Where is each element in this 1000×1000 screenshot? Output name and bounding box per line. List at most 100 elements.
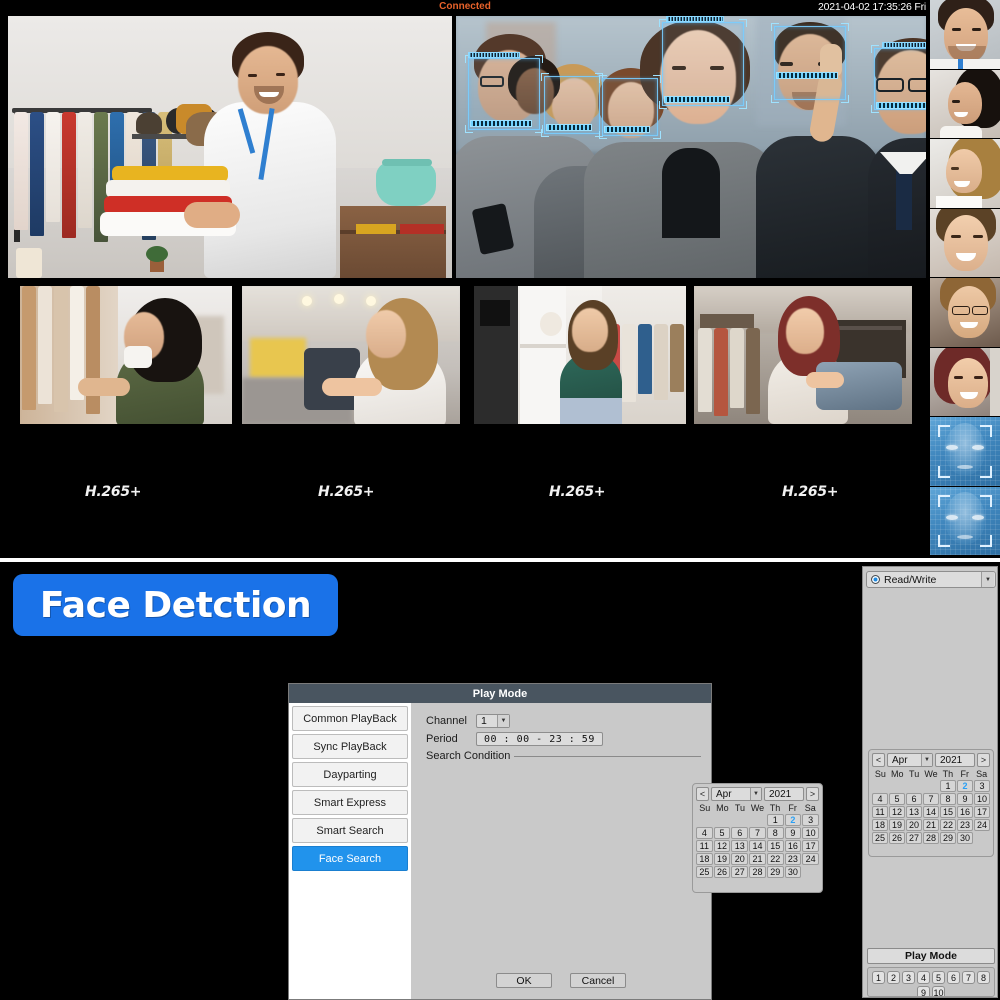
calendar-year-input[interactable]: 2021: [764, 787, 804, 801]
face-thumb-6[interactable]: [930, 347, 1000, 417]
calendar-day[interactable]: 29: [766, 866, 784, 878]
calendar-day[interactable]: 14: [923, 806, 939, 818]
radio-selected-icon[interactable]: [871, 575, 880, 584]
calendar-day[interactable]: 1: [940, 780, 956, 792]
calendar-day[interactable]: 5: [713, 827, 731, 839]
chevron-down-icon[interactable]: ▼: [497, 715, 509, 727]
face-thumb-5[interactable]: [930, 278, 1000, 348]
calendar-day[interactable]: 23: [784, 853, 802, 865]
calendar-day[interactable]: 30: [957, 832, 973, 844]
calendar-day[interactable]: 19: [713, 853, 731, 865]
mode-item-smart-express[interactable]: Smart Express: [292, 790, 408, 815]
calendar-day[interactable]: 16: [957, 806, 973, 818]
video-panel-3[interactable]: [20, 286, 232, 424]
calendar-day[interactable]: 8: [766, 827, 784, 839]
chevron-down-icon[interactable]: ▼: [921, 754, 932, 766]
calendar-day[interactable]: 19: [889, 819, 905, 831]
calendar-day[interactable]: 7: [923, 793, 939, 805]
calendar-day[interactable]: 8: [940, 793, 956, 805]
video-panel-6[interactable]: [694, 286, 912, 424]
channel-button[interactable]: 5: [932, 971, 945, 984]
calendar-day[interactable]: 3: [974, 780, 990, 792]
calendar-day[interactable]: 24: [802, 853, 819, 865]
chevron-down-icon[interactable]: ▼: [750, 788, 761, 800]
play-mode-button[interactable]: Play Mode: [867, 948, 995, 964]
calendar-day[interactable]: 28: [749, 866, 766, 878]
channel-button[interactable]: 7: [962, 971, 975, 984]
calendar-day[interactable]: 6: [731, 827, 749, 839]
mode-item-common-playback[interactable]: Common PlayBack: [292, 706, 408, 731]
calendar-day[interactable]: 13: [731, 840, 749, 852]
cancel-button[interactable]: Cancel: [570, 973, 626, 988]
calendar-day[interactable]: 22: [940, 819, 956, 831]
calendar-day[interactable]: 20: [731, 853, 749, 865]
video-panel-2-face-detection[interactable]: [456, 16, 926, 278]
period-input[interactable]: 00 : 00 - 23 : 59: [476, 732, 603, 746]
calendar-day[interactable]: 13: [906, 806, 922, 818]
calendar-day[interactable]: 24: [974, 819, 990, 831]
calendar-day[interactable]: 7: [749, 827, 766, 839]
calendar-day[interactable]: 18: [872, 819, 888, 831]
mode-item-face-search[interactable]: Face Search: [292, 846, 408, 871]
calendar-day[interactable]: 3: [802, 814, 819, 826]
channel-button[interactable]: 9: [917, 986, 930, 996]
calendar-day[interactable]: 16: [784, 840, 802, 852]
calendar-day[interactable]: 28: [923, 832, 939, 844]
calendar-day[interactable]: 2: [957, 780, 973, 792]
mode-item-sync-playback[interactable]: Sync PlayBack: [292, 734, 408, 759]
calendar-year-input[interactable]: 2021: [935, 753, 975, 767]
face-scan-thumb-1[interactable]: [930, 417, 1000, 487]
calendar-day[interactable]: 18: [696, 853, 713, 865]
calendar-day[interactable]: 9: [957, 793, 973, 805]
calendar-day[interactable]: 9: [784, 827, 802, 839]
video-panel-4[interactable]: [242, 286, 460, 424]
calendar-day[interactable]: 21: [749, 853, 766, 865]
calendar-day[interactable]: 30: [784, 866, 802, 878]
calendar-day[interactable]: 26: [713, 866, 731, 878]
calendar-day[interactable]: 17: [974, 806, 990, 818]
calendar-day[interactable]: 17: [802, 840, 819, 852]
calendar-day[interactable]: 15: [940, 806, 956, 818]
calendar-day[interactable]: 4: [872, 793, 888, 805]
calendar-day[interactable]: 12: [889, 806, 905, 818]
calendar-day[interactable]: 11: [696, 840, 713, 852]
calendar-day[interactable]: 26: [889, 832, 905, 844]
calendar-day[interactable]: 27: [731, 866, 749, 878]
face-thumb-2[interactable]: [930, 69, 1000, 139]
calendar-day[interactable]: 25: [696, 866, 713, 878]
calendar-day[interactable]: 27: [906, 832, 922, 844]
calendar-day[interactable]: 6: [906, 793, 922, 805]
calendar-day[interactable]: 23: [957, 819, 973, 831]
calendar-day[interactable]: 1: [766, 814, 784, 826]
storage-mode-select[interactable]: Read/Write ▼: [866, 571, 996, 588]
calendar-month-select[interactable]: Apr ▼: [711, 787, 762, 801]
calendar-day[interactable]: 5: [889, 793, 905, 805]
channel-button[interactable]: 3: [902, 971, 915, 984]
face-thumb-1[interactable]: [930, 0, 1000, 70]
calendar-day[interactable]: 10: [802, 827, 819, 839]
ok-button[interactable]: OK: [496, 973, 552, 988]
calendar-prev-button[interactable]: <: [696, 787, 709, 801]
calendar-day[interactable]: 25: [872, 832, 888, 844]
calendar-day[interactable]: 4: [696, 827, 713, 839]
channel-button[interactable]: 8: [977, 971, 990, 984]
calendar-day[interactable]: 2: [784, 814, 802, 826]
video-panel-5[interactable]: [474, 286, 686, 424]
calendar-day[interactable]: 12: [713, 840, 731, 852]
calendar-next-button[interactable]: >: [977, 753, 990, 767]
calendar-day[interactable]: 10: [974, 793, 990, 805]
channel-button[interactable]: 4: [917, 971, 930, 984]
calendar-day[interactable]: 15: [766, 840, 784, 852]
calendar-day[interactable]: 21: [923, 819, 939, 831]
video-panel-1[interactable]: [8, 16, 452, 278]
calendar-day[interactable]: 11: [872, 806, 888, 818]
channel-select[interactable]: 1 ▼: [476, 714, 510, 728]
face-thumb-4[interactable]: [930, 208, 1000, 278]
chevron-down-icon[interactable]: ▼: [981, 572, 994, 587]
calendar-day[interactable]: 20: [906, 819, 922, 831]
calendar-prev-button[interactable]: <: [872, 753, 885, 767]
calendar-day[interactable]: 14: [749, 840, 766, 852]
face-scan-thumb-2[interactable]: [930, 486, 1000, 556]
calendar-day[interactable]: 22: [766, 853, 784, 865]
calendar-day[interactable]: 29: [940, 832, 956, 844]
